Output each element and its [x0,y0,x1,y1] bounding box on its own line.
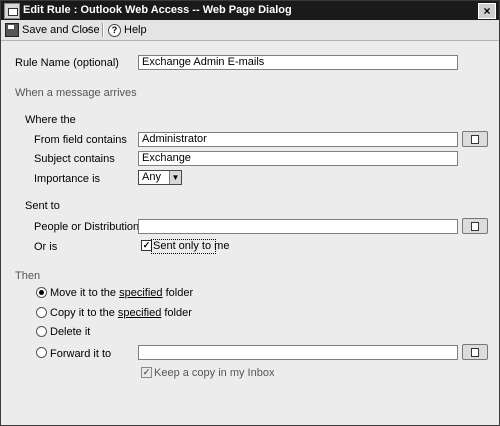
move-prefix: Move it to the [50,287,117,299]
move-option-label: Move it to the specified folder [50,287,193,300]
forward-option-label: Forward it to [50,348,112,360]
from-address-book-button[interactable] [462,131,488,147]
copy-prefix: Copy it to the [50,307,115,319]
sent-only-to-me-label[interactable]: Sent only to me [153,240,229,253]
move-specified-link[interactable]: specified [119,287,162,299]
then-label: Then [15,270,41,282]
forward-to-input[interactable] [138,345,458,360]
people-list-input[interactable] [138,219,458,234]
conditions-section-label: When a message arrives [15,87,137,99]
title-bar: Edit Rule : Outlook Web Access -- Web Pa… [1,1,499,20]
keep-copy-checkbox[interactable]: ✓ [141,367,152,378]
help-button[interactable]: ? Help [108,22,147,38]
chevron-down-icon: ▼ [169,171,181,184]
copy-suffix: folder [164,307,192,319]
importance-select[interactable]: Any ▼ [138,170,182,185]
rule-form: Rule Name (optional) Exchange Admin E-ma… [1,41,499,425]
from-field-input[interactable]: Administrator [138,132,458,147]
save-icon [5,23,19,37]
close-button[interactable]: × [478,3,496,19]
move-radio[interactable] [36,287,47,298]
from-field-label: From field contains [34,134,127,146]
importance-value: Any [142,171,161,183]
copy-specified-link[interactable]: specified [118,307,161,319]
or-is-label: Or is [34,241,58,253]
close-icon: × [483,4,491,18]
delete-option-label: Delete it [50,326,91,338]
help-icon: ? [108,23,121,37]
keep-copy-label: Keep a copy in my Inbox [154,367,275,379]
subject-label: Subject contains [34,153,115,165]
toolbar: Save and Close ✓ ? Help [1,20,499,41]
sent-to-label: Sent to [25,200,60,212]
window-title: Edit Rule : Outlook Web Access -- Web Pa… [23,4,292,16]
edit-rule-dialog: Edit Rule : Outlook Web Access -- Web Pa… [0,0,500,426]
move-suffix: folder [165,287,194,299]
forward-radio[interactable] [36,347,47,358]
forward-address-book-button[interactable] [462,344,488,360]
where-the-label: Where the [25,114,76,126]
people-address-book-button[interactable] [462,218,488,234]
copy-radio[interactable] [36,307,47,318]
copy-option-label: Copy it to the specified folder [50,307,192,320]
importance-label: Importance is [34,173,101,185]
subject-input[interactable]: Exchange [138,151,458,166]
check-names-icon: ✓ [84,24,94,36]
toolbar-divider [102,23,104,37]
rule-name-input[interactable]: Exchange Admin E-mails [138,55,458,70]
rule-name-label: Rule Name (optional) [15,57,119,69]
help-label: Help [124,24,147,36]
delete-radio[interactable] [36,326,47,337]
dialog-app-icon [4,3,20,19]
check-names-button[interactable]: ✓ [84,22,99,38]
